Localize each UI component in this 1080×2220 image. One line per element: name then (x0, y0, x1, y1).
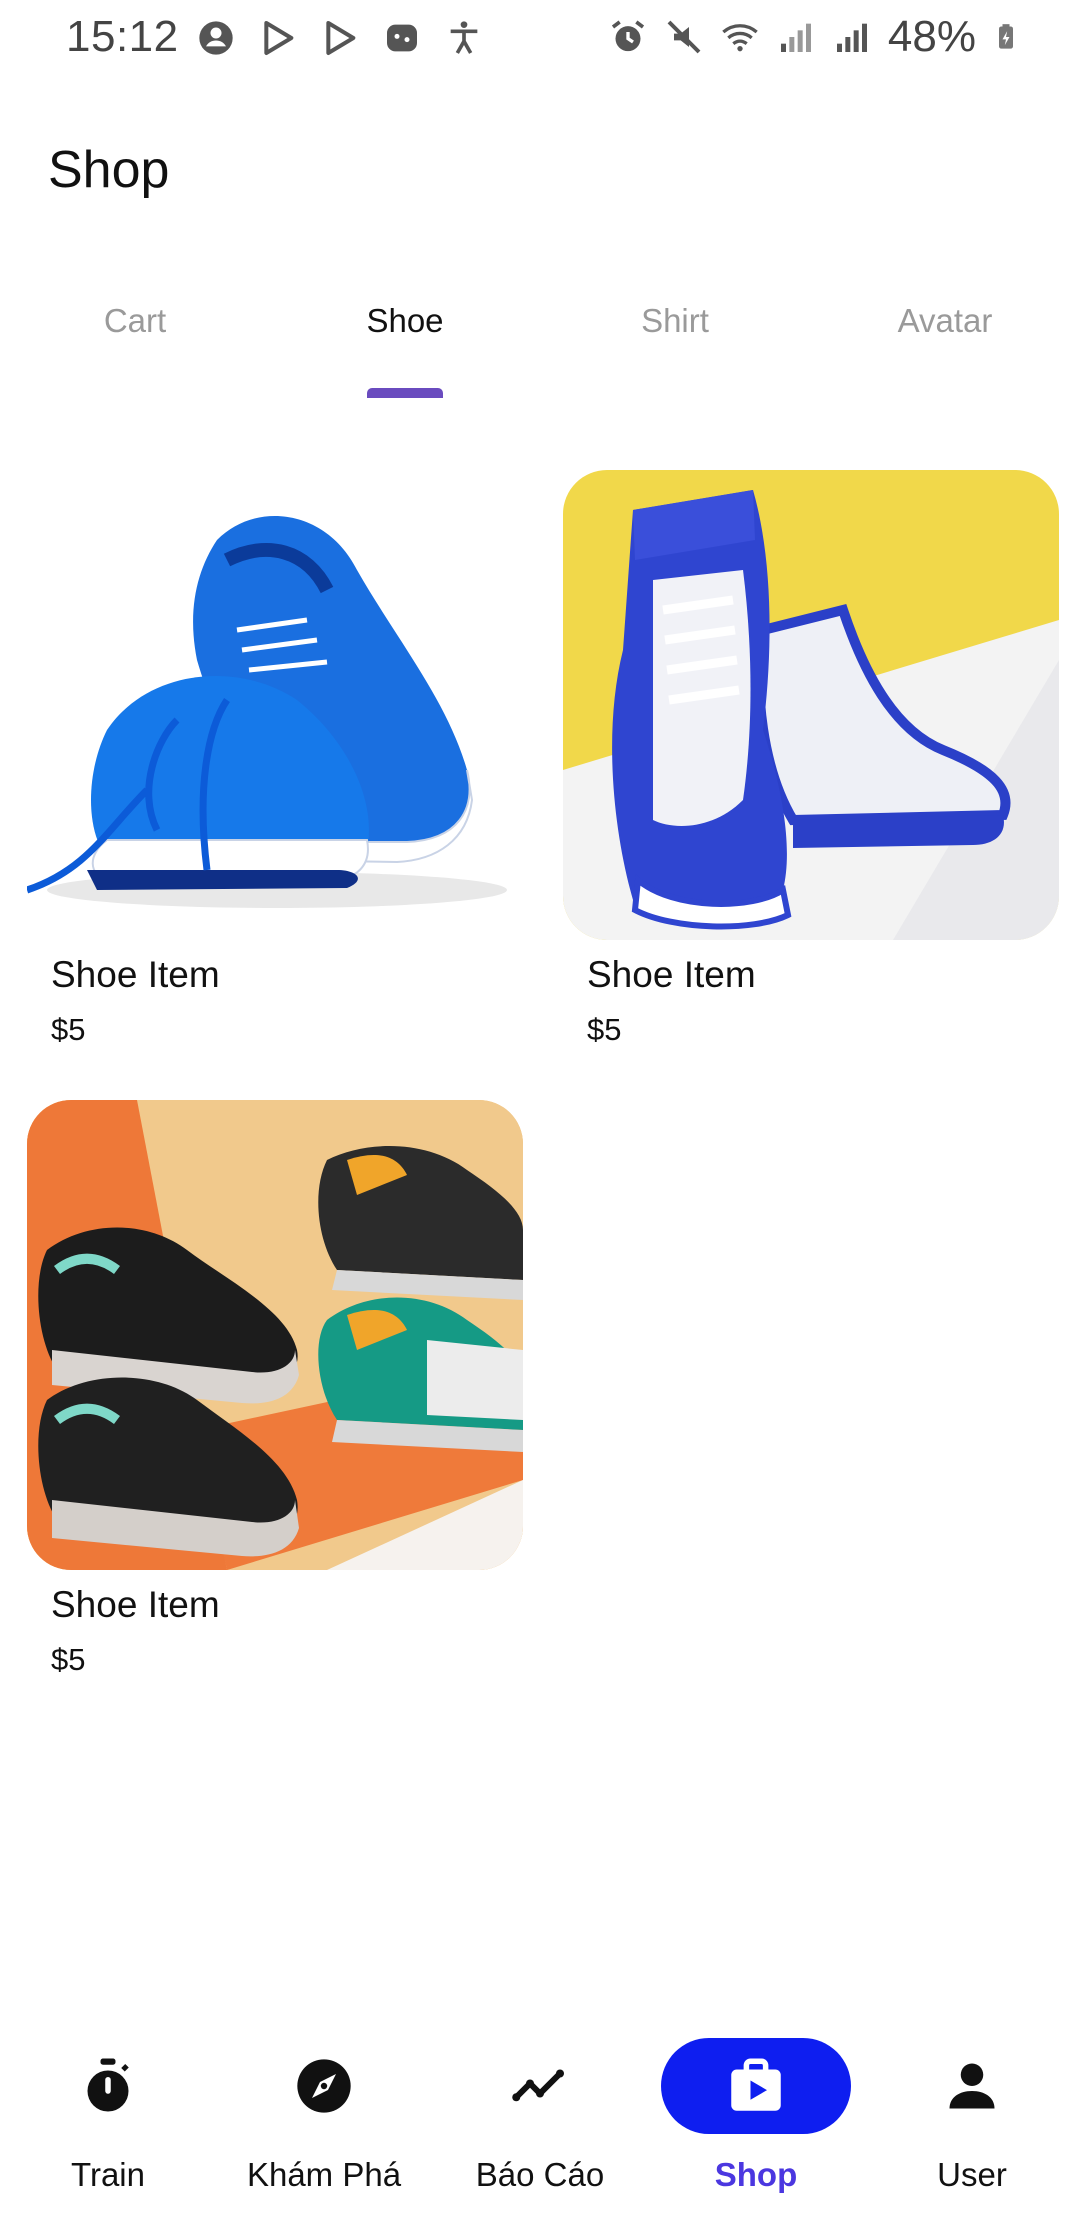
status-left-icons (196, 18, 484, 58)
tab-label: Shoe (366, 302, 444, 339)
nav-label: Train (71, 2156, 145, 2193)
status-right-icons: 48% (608, 12, 1020, 62)
nav-icon-container (877, 2038, 1067, 2134)
product-title: Shoe Item (587, 954, 756, 995)
status-bar: 15:12 48% (0, 0, 1080, 76)
tab-shoe[interactable]: Shoe (270, 290, 540, 400)
nav-icon-container (445, 2038, 635, 2134)
battery-charging-icon (999, 24, 1013, 49)
tab-label: Avatar (897, 302, 993, 339)
product-title: Shoe Item (51, 954, 220, 995)
nav-label: Báo Cáo (475, 2156, 605, 2193)
product-image-black-teal-sneakers (27, 1100, 523, 1570)
product-card[interactable]: Shoe Item $5 (27, 1100, 523, 1678)
tab-label: Cart (103, 302, 167, 339)
nav-icon-container (229, 2038, 419, 2134)
nav-item-bao-cao[interactable]: Báo Cáo (432, 2030, 648, 2220)
play-store-icon (326, 21, 356, 55)
mute-icon (667, 20, 701, 54)
tab-shirt[interactable]: Shirt (540, 290, 810, 400)
nav-item-shop[interactable]: Shop (648, 2030, 864, 2220)
nav-item-user[interactable]: User (864, 2030, 1080, 2220)
signal-icon (836, 23, 867, 52)
account-circle-icon (199, 21, 233, 55)
nav-item-train[interactable]: Train (0, 2030, 216, 2220)
product-card[interactable]: Shoe Item $5 (27, 470, 523, 1048)
product-price: $5 (587, 1012, 622, 1047)
battery-percent: 48% (887, 12, 976, 61)
wifi-icon (722, 24, 758, 52)
compass-icon (297, 2059, 351, 2113)
nav-label: User (937, 2156, 1007, 2193)
category-tabs: Cart Shoe Shirt Avatar (0, 290, 1080, 400)
nav-icon-container (661, 2038, 851, 2134)
alarm-icon (611, 20, 645, 52)
signal-icon (780, 23, 811, 52)
product-price: $5 (51, 1012, 86, 1047)
tab-cart[interactable]: Cart (0, 290, 270, 400)
product-image-blue-white-high-top-sneakers (563, 470, 1059, 940)
nav-icon-container (13, 2038, 203, 2134)
tab-label: Shirt (641, 302, 709, 339)
product-title: Shoe Item (51, 1584, 220, 1625)
game-icon (387, 24, 417, 52)
nav-label: Shop (714, 2156, 798, 2193)
trend-line-icon (512, 2069, 564, 2102)
accessibility-icon (450, 21, 478, 54)
product-image-blue-running-shoes (27, 470, 523, 940)
product-card[interactable]: Shoe Item $5 (563, 470, 1059, 1048)
product-price: $5 (51, 1642, 86, 1677)
bottom-navigation: Train Khám Phá Báo Cáo Shop User (0, 2030, 1080, 2220)
play-store-icon (264, 21, 294, 55)
shopping-bag-icon (731, 2058, 781, 2111)
nav-label: Khám Phá (246, 2156, 402, 2193)
person-icon (949, 2063, 995, 2109)
tab-avatar[interactable]: Avatar (810, 290, 1080, 400)
active-tab-indicator (367, 388, 443, 398)
page-title: Shop (48, 141, 170, 199)
stopwatch-icon (87, 2058, 129, 2112)
nav-item-kham-pha[interactable]: Khám Phá (216, 2030, 432, 2220)
status-time: 15:12 (66, 12, 179, 61)
